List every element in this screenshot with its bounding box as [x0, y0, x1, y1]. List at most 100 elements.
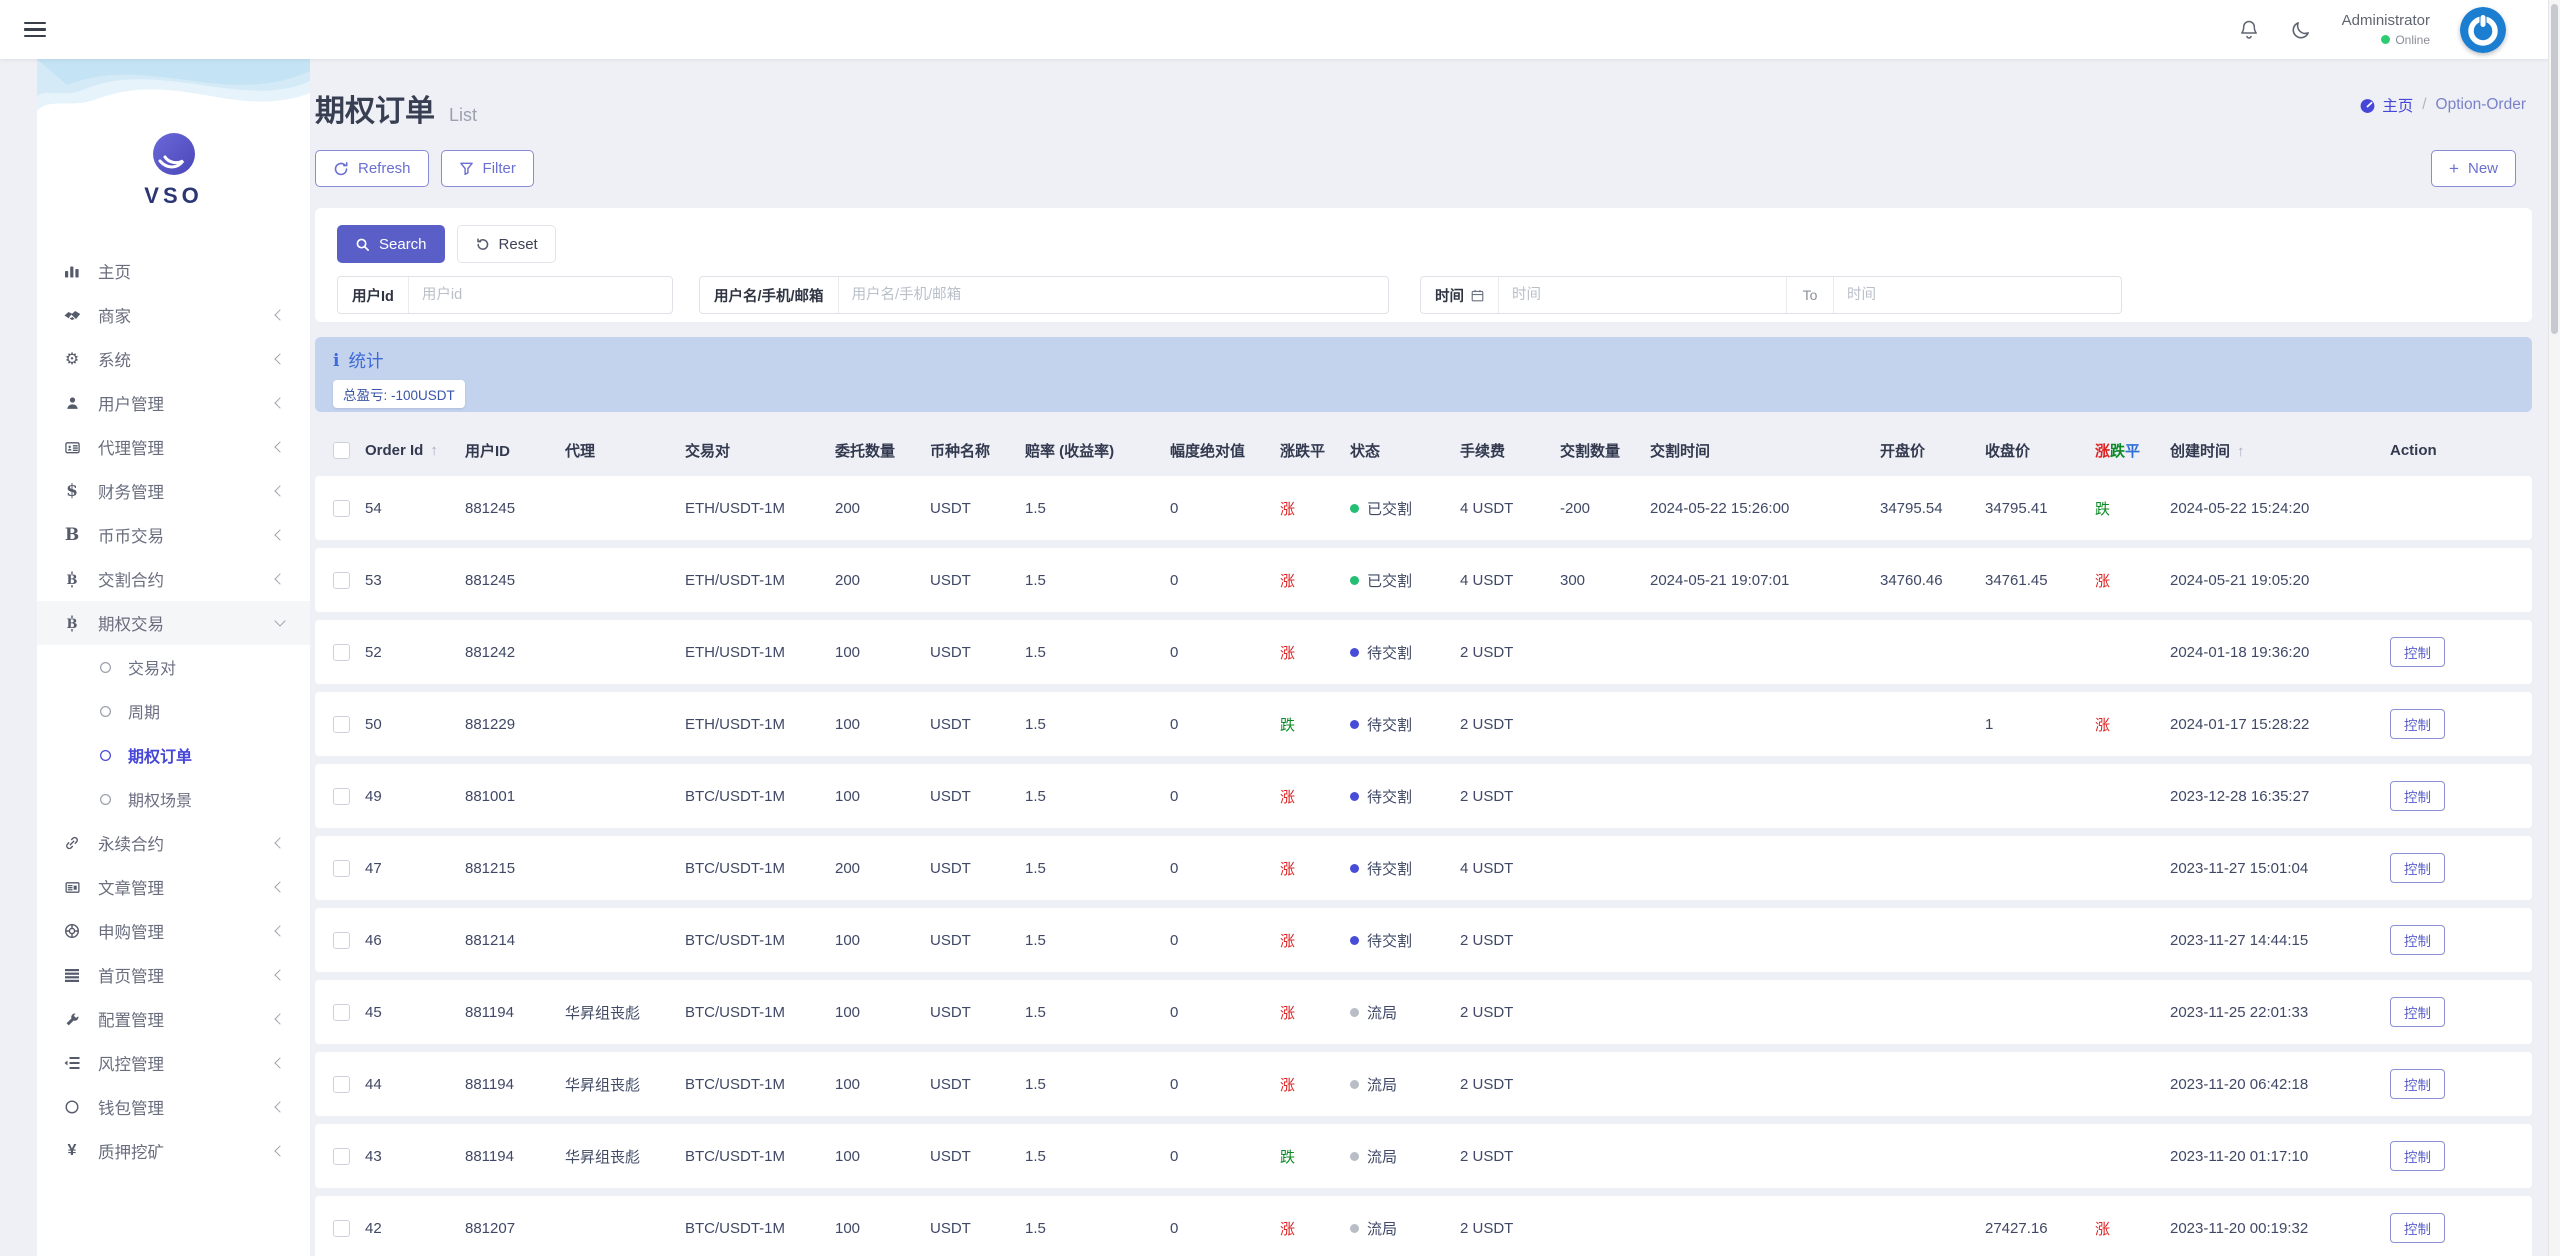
row-checkbox[interactable] [333, 1003, 350, 1021]
sidebar-subitem-期权场景[interactable]: 期权场景 [37, 777, 310, 821]
control-button[interactable]: 控制 [2390, 925, 2445, 955]
user-menu[interactable]: Administrator Online [2342, 11, 2430, 47]
cell-range: 0 [1170, 1075, 1179, 1093]
sidebar-item-8[interactable]: B 期权交易 [37, 601, 310, 645]
sidebar-item-9[interactable]: 永续合约 [37, 821, 310, 865]
sidebar-item-0[interactable]: 主页 [37, 249, 310, 293]
stats-banner: i 统计 总盈亏: -100USDT [315, 337, 2532, 412]
hamburger-menu-icon[interactable] [24, 21, 46, 38]
cell-delivery_time: 2024-05-21 19:07:01 [1650, 571, 1790, 589]
dark-mode-moon-icon[interactable] [2290, 19, 2312, 41]
row-checkbox[interactable] [333, 859, 350, 877]
user-name-input[interactable] [838, 277, 1388, 313]
cell-open_price: 34760.46 [1880, 571, 1943, 589]
sidebar-item-1[interactable]: 商家 [37, 293, 310, 337]
cell-pair: ETH/USDT-1M [685, 499, 786, 517]
sidebar-subitem-周期[interactable]: 周期 [37, 689, 310, 733]
cell-delivery_time: 2024-05-22 15:26:00 [1650, 499, 1790, 517]
chevron-left-icon [274, 1145, 286, 1157]
select-all-checkbox[interactable] [333, 441, 350, 459]
col-header-order_id[interactable]: Order Id ↑ [365, 442, 465, 459]
sidebar-item-14[interactable]: 风控管理 [37, 1041, 310, 1085]
col-header-close_price: 收盘价 [1985, 440, 2095, 461]
cell-amount: 100 [835, 1075, 861, 1093]
refresh-icon [334, 161, 348, 175]
cell-user_id: 881001 [465, 787, 516, 805]
sidebar-item-3[interactable]: 用户管理 [37, 381, 310, 425]
sidebar-item-label: 商家 [98, 308, 131, 326]
search-button[interactable]: Search [337, 225, 445, 263]
cell-status: 流局 [1350, 1218, 1460, 1239]
row-checkbox[interactable] [333, 643, 350, 661]
row-checkbox[interactable] [333, 499, 350, 517]
col-header-checkbox [315, 441, 365, 459]
sidebar-item-label: 首页管理 [98, 968, 164, 986]
cell-fee: 4 USDT [1460, 499, 1514, 517]
table-row: 45 881194 华昇组丧彪 BTC/USDT-1M 100 USDT 1.5 0 涨 流局 2 … [315, 980, 2532, 1044]
cell-fee: 2 USDT [1460, 931, 1514, 949]
sidebar-item-label: 钱包管理 [98, 1100, 164, 1118]
cell-status: 待交割 [1350, 930, 1460, 951]
row-checkbox[interactable] [333, 787, 350, 805]
updown-value: 跌 [1280, 1148, 1296, 1166]
user-id-input[interactable] [408, 277, 672, 313]
row-checkbox[interactable] [333, 1147, 350, 1165]
cell-amount: 100 [835, 1003, 861, 1021]
sidebar-item-15[interactable]: 钱包管理 [37, 1085, 310, 1129]
updown-value: 涨 [1280, 1076, 1296, 1094]
chart-bars-icon [61, 263, 83, 279]
cell-status: 待交割 [1350, 786, 1460, 807]
time-from-input[interactable] [1499, 277, 1786, 313]
breadcrumb-home-link[interactable]: 主页 [2359, 94, 2413, 116]
chevron-left-icon [274, 485, 286, 497]
row-checkbox[interactable] [333, 1075, 350, 1093]
sidebar-item-7[interactable]: B 交割合约 [37, 557, 310, 601]
sidebar-subitem-交易对[interactable]: 交易对 [37, 645, 310, 689]
row-checkbox[interactable] [333, 1219, 350, 1237]
cell-amount: 200 [835, 859, 861, 877]
updown-value: 跌 [1280, 716, 1296, 734]
cell-pair: BTC/USDT-1M [685, 1075, 786, 1093]
cell-range: 0 [1170, 571, 1179, 589]
control-button[interactable]: 控制 [2390, 853, 2445, 883]
letter-b-icon: B [64, 525, 80, 545]
row-checkbox[interactable] [333, 931, 350, 949]
sidebar-item-5[interactable]: $ 财务管理 [37, 469, 310, 513]
col-header-label: 交割时间 [1650, 442, 1711, 460]
row-checkbox[interactable] [333, 571, 350, 589]
sidebar-item-2[interactable]: ⚙ 系统 [37, 337, 310, 381]
avatar[interactable] [2460, 6, 2506, 53]
scrollbar-thumb[interactable] [2551, 4, 2558, 334]
row-checkbox[interactable] [333, 715, 350, 733]
new-button[interactable]: + New [2431, 150, 2516, 187]
sidebar-item-13[interactable]: 配置管理 [37, 997, 310, 1041]
col-header-label: Order Id [365, 441, 424, 459]
control-button[interactable]: 控制 [2390, 709, 2445, 739]
sidebar-item-16[interactable]: ¥ 质押挖矿 [37, 1129, 310, 1173]
reset-button[interactable]: Reset [456, 225, 556, 263]
sidebar-item-label: 期权交易 [98, 616, 164, 634]
sidebar-item-4[interactable]: 代理管理 [37, 425, 310, 469]
control-button[interactable]: 控制 [2390, 997, 2445, 1027]
control-button[interactable]: 控制 [2390, 1213, 2445, 1243]
time-to-input[interactable] [1834, 277, 2121, 313]
sidebar-item-6[interactable]: B 币币交易 [37, 513, 310, 557]
col-header-created_at[interactable]: 创建时间 ↑ [2170, 440, 2390, 461]
gear-icon: ⚙ [64, 351, 80, 368]
status-badge: 已交割 [1350, 498, 1454, 519]
col-header-label: 交易对 [685, 442, 731, 460]
control-button[interactable]: 控制 [2390, 1069, 2445, 1099]
vertical-scrollbar[interactable] [2548, 0, 2560, 1256]
cell-amount: 200 [835, 499, 861, 517]
filter-button[interactable]: Filter [440, 150, 534, 187]
control-button[interactable]: 控制 [2390, 1141, 2445, 1171]
control-button[interactable]: 控制 [2390, 637, 2445, 667]
sidebar-item-12[interactable]: 首页管理 [37, 953, 310, 997]
sidebar-subitem-期权订单[interactable]: 期权订单 [37, 733, 310, 777]
control-button[interactable]: 控制 [2390, 781, 2445, 811]
sidebar-item-11[interactable]: 申购管理 [37, 909, 310, 953]
bell-icon[interactable] [2238, 19, 2260, 41]
refresh-button[interactable]: Refresh [315, 150, 429, 187]
cell-checkbox [315, 1219, 365, 1237]
sidebar-item-10[interactable]: 文章管理 [37, 865, 310, 909]
